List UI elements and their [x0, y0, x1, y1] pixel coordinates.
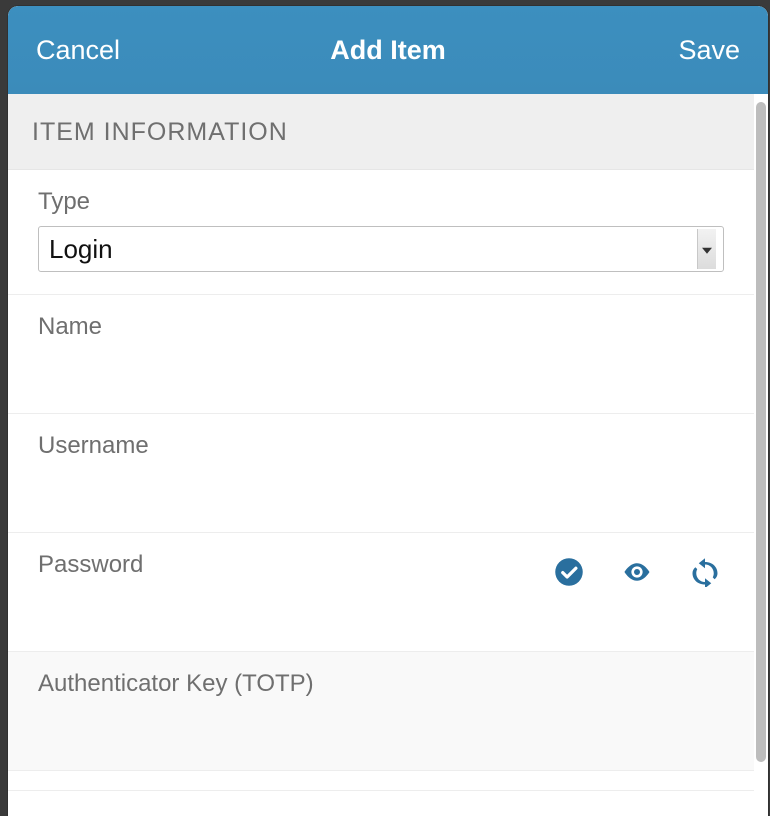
type-label: Type	[38, 188, 724, 216]
username-label: Username	[38, 432, 724, 460]
totp-label: Authenticator Key (TOTP)	[38, 670, 724, 698]
form-content: ITEM INFORMATION Type Login Name Usernam…	[8, 94, 754, 816]
password-row: Password	[8, 533, 754, 652]
eye-icon[interactable]	[622, 557, 652, 587]
totp-row: Authenticator Key (TOTP)	[8, 652, 754, 771]
refresh-icon[interactable]	[690, 557, 720, 587]
password-label: Password	[38, 551, 554, 579]
dialog-title: Add Item	[136, 35, 640, 66]
name-input[interactable]	[38, 351, 724, 391]
name-row: Name	[8, 295, 754, 414]
section-header: ITEM INFORMATION	[8, 94, 754, 170]
password-input[interactable]	[38, 589, 724, 629]
check-circle-icon[interactable]	[554, 557, 584, 587]
scroll-thumb[interactable]	[756, 102, 766, 762]
dialog-header: Cancel Add Item Save	[8, 6, 768, 94]
save-button[interactable]: Save	[640, 35, 740, 66]
password-icon-group	[554, 551, 724, 587]
username-row: Username	[8, 414, 754, 533]
spacer	[8, 771, 754, 791]
name-label: Name	[38, 313, 724, 341]
scrollbar[interactable]	[754, 94, 768, 816]
type-select[interactable]: Login	[38, 226, 724, 272]
username-input[interactable]	[38, 470, 724, 510]
cancel-button[interactable]: Cancel	[36, 35, 136, 66]
add-item-dialog: Cancel Add Item Save ITEM INFORMATION Ty…	[8, 6, 768, 816]
type-row: Type Login	[8, 170, 754, 295]
totp-input[interactable]	[38, 708, 724, 748]
